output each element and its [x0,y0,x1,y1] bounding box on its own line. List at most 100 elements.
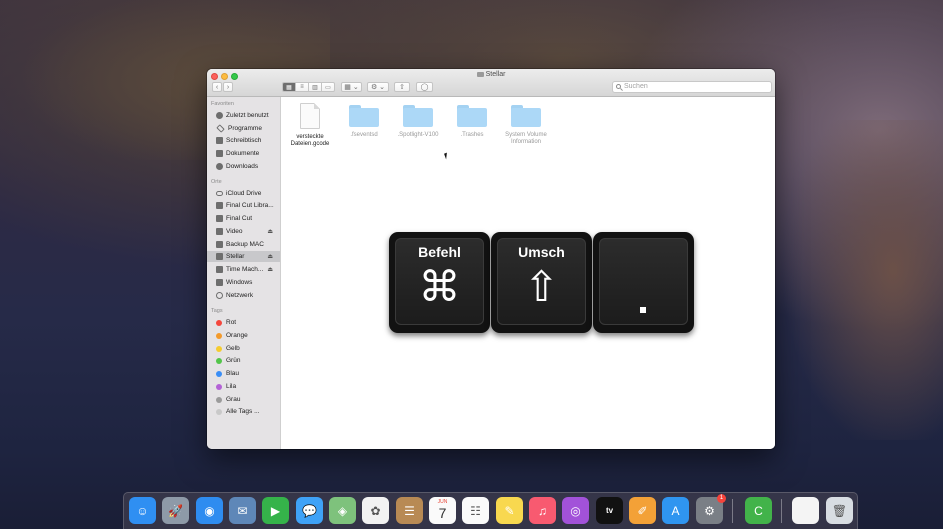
folder-item[interactable]: .Spotlight-V100 [390,103,446,139]
eject-icon[interactable]: ⏏ [267,228,273,235]
dock-glyph: ◎ [570,503,581,518]
sidebar-tag-orange[interactable]: Orange [207,330,280,341]
file-name: .Trashes [460,132,484,138]
icon-view-button[interactable]: ▦ [283,83,296,91]
tag-button[interactable]: ◯ [416,82,433,92]
sidebar-item-recents[interactable]: Zuletzt benutzt [207,110,280,121]
dock-glyph: ✉ [237,503,248,518]
tag-color-dot [216,383,222,390]
sidebar-item-windows[interactable]: Windows [207,277,280,288]
mouse-cursor-icon [444,152,449,160]
sidebar-section-favorites: Favoriten [211,101,234,107]
folder-item[interactable]: .Trashes [444,103,500,139]
trash-icon[interactable]: 🗑 [826,497,853,524]
disk-icon [216,202,223,209]
contacts-icon[interactable]: ☰ [396,497,423,524]
sidebar-item-stellar[interactable]: Stellar ⏏ [207,251,280,262]
pages-icon[interactable]: ✐ [629,497,656,524]
dock-glyph: C [754,503,763,518]
command-icon: ⌘ [418,263,461,310]
share-button[interactable]: ⇧ [394,82,410,92]
search-field[interactable] [612,81,772,93]
photos-icon[interactable]: ✿ [362,497,389,524]
maps-icon[interactable]: ◈ [329,497,356,524]
finder-icon[interactable]: ☺ [129,497,156,524]
folder-item[interactable]: .fseventsd [336,103,392,139]
dock-glyph: 🚀 [168,503,183,518]
column-view-button[interactable]: ▥ [309,83,322,91]
sidebar-tag-gray[interactable]: Grau [207,394,280,405]
globe-icon [216,292,223,299]
notes-icon[interactable]: ✎ [496,497,523,524]
calendar-icon[interactable]: JUN 7 [429,497,456,524]
sidebar-tag-red[interactable]: Rot [207,317,280,328]
list-view-button[interactable]: ≡ [296,83,309,91]
sidebar-tag-purple[interactable]: Lila [207,381,280,392]
disk-icon [216,228,223,235]
dock-glyph: ✐ [637,503,648,518]
sidebar-item-final-cut-library[interactable]: Final Cut Libra... [207,200,280,211]
back-button[interactable]: ‹ [212,82,222,92]
sidebar-item-desktop[interactable]: Schreibtisch [207,135,280,146]
dock-separator [781,499,782,523]
document-icon[interactable] [792,497,819,524]
sidebar-tag-blue[interactable]: Blau [207,368,280,379]
clock-icon [216,112,223,119]
sidebar-item-applications[interactable]: Programme [207,123,280,134]
search-icon [616,84,621,89]
tag-color-dot [216,345,222,352]
document-icon [300,103,320,129]
dock-glyph: ◈ [337,503,348,518]
launchpad-icon[interactable]: 🚀 [162,497,189,524]
sidebar-item-time-machine[interactable]: Time Mach... ⏏ [207,264,280,275]
forward-button[interactable]: › [223,82,233,92]
keyboard-shortcut-overlay: Befehl ⌘ Umsch ⇧ [389,232,695,333]
notification-badge: 1 [717,494,726,503]
dock-glyph: ◉ [204,503,215,518]
sidebar-item-backup-mac[interactable]: Backup MAC [207,239,280,250]
eject-icon[interactable]: ⏏ [267,253,273,260]
safari-icon[interactable]: ◉ [196,497,223,524]
document-icon [216,150,223,157]
sidebar-item-network[interactable]: Netzwerk [207,290,280,301]
sidebar-item-video[interactable]: Video ⏏ [207,226,280,237]
music-icon[interactable]: ♫ [529,497,556,524]
sidebar-tag-all-tags[interactable]: Alle Tags ... [207,406,280,417]
camtasia-icon[interactable]: C [745,497,772,524]
window-title: Stellar [207,71,775,78]
podcasts-icon[interactable]: ◎ [562,497,589,524]
sidebar-tag-yellow[interactable]: Gelb [207,343,280,354]
sidebar-item-final-cut[interactable]: Final Cut [207,213,280,224]
tag-color-dot [216,370,222,377]
group-by-button[interactable]: ▦ ⌄ [341,82,362,92]
folder-icon [511,105,541,127]
sidebar-item-downloads[interactable]: Downloads [207,161,280,172]
appletv-icon[interactable]: tv [596,497,623,524]
system-preferences-icon[interactable]: ⚙ 1 [696,494,726,524]
period-key [593,232,694,333]
search-input[interactable] [624,83,764,90]
messages-icon[interactable]: 💬 [296,497,323,524]
dock-glyph: 🗑 [831,503,848,518]
facetime-icon[interactable]: ▶ [262,497,289,524]
eject-icon[interactable]: ⏏ [267,266,273,273]
gallery-view-button[interactable]: ▭ [322,83,334,91]
file-name: versteckte Dateien.gcode [290,134,330,147]
reminders-icon[interactable]: ☷ [462,497,489,524]
tag-color-dot [216,408,222,415]
sidebar-tag-green[interactable]: Grün [207,355,280,366]
appstore-icon[interactable]: A [662,497,689,524]
folder-icon [403,105,433,127]
disk-icon [216,266,223,273]
file-item[interactable]: versteckte Dateien.gcode [282,103,338,148]
folder-item[interactable]: System Volume Information [498,103,554,146]
sidebar-item-icloud-drive[interactable]: iCloud Drive [207,188,280,199]
sidebar-item-documents[interactable]: Dokumente [207,148,280,159]
dock-glyph: ☺ [136,503,149,518]
mail-icon[interactable]: ✉ [229,497,256,524]
file-name: .Spotlight-V100 [397,132,439,138]
dock: ☺ 🚀 ◉ ✉ ▶ 💬 ◈ ✿ ☰ JUN 7 ☷ ✎ ♫ ◎ tv ✐ A ⚙ 1 C 🗑 [123,492,858,529]
cloud-icon [216,191,223,196]
action-menu-button[interactable]: ⚙ ⌄ [367,82,389,92]
shift-key: Umsch ⇧ [491,232,592,333]
